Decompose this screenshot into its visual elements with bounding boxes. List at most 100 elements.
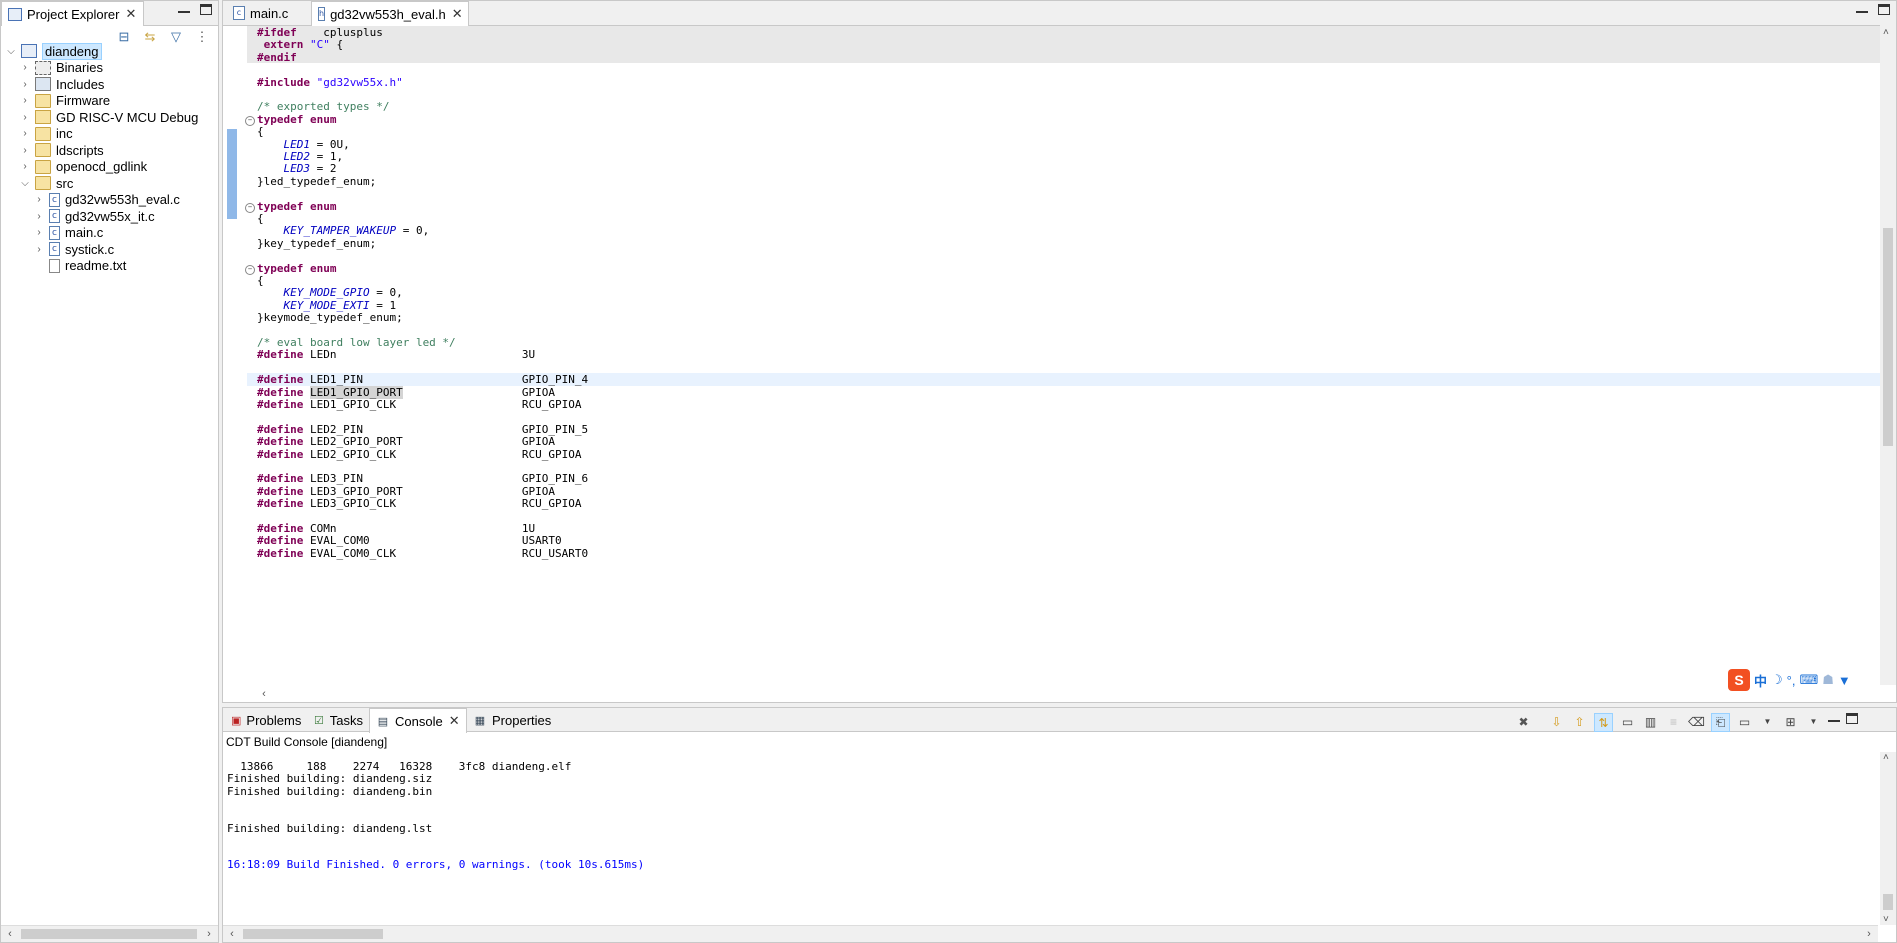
tab-properties[interactable]: ▦ Properties — [467, 708, 563, 732]
maximize-icon[interactable] — [1846, 713, 1858, 724]
minimize-icon[interactable] — [178, 4, 190, 13]
scroll-lock-icon[interactable]: ⇅ — [1594, 713, 1613, 732]
chevron-right-icon[interactable]: › — [19, 161, 31, 172]
chevron-right-icon[interactable]: › — [19, 128, 31, 139]
console-vscrollbar[interactable]: ˄ ˅ — [1880, 752, 1896, 925]
project-explorer-hscrollbar[interactable]: ‹ › — [1, 925, 218, 942]
tab-label: Properties — [492, 712, 552, 728]
chevron-down-icon[interactable]: ⌵ — [19, 178, 31, 189]
tree-item-label: gd32vw55x_it.c — [65, 208, 155, 224]
code-editor[interactable]: #ifdef __cplusplus extern "C" {#endif #in… — [223, 25, 1880, 685]
tab-main-c[interactable]: c main.c — [227, 1, 311, 25]
chevron-right-icon[interactable]: › — [19, 79, 31, 90]
tab-project-explorer[interactable]: Project Explorer ✕ — [1, 1, 144, 26]
user-icon[interactable]: ☗ — [1822, 672, 1834, 688]
tab-label: Console — [395, 713, 443, 729]
dropdown-icon[interactable]: ▼ — [1805, 713, 1822, 730]
fold-toggle-icon[interactable]: − — [245, 264, 255, 275]
scrollbar-thumb[interactable] — [1883, 894, 1893, 910]
collapse-all-icon[interactable]: ⊟ — [116, 29, 132, 45]
tree-item-label: gd32vw553h_eval.c — [65, 192, 180, 207]
code-token: #define — [257, 497, 304, 511]
tab-label: main.c — [250, 5, 289, 21]
scroll-left-icon[interactable]: ‹ — [3, 926, 17, 942]
code-line: #endif — [257, 50, 297, 65]
display-console-icon[interactable]: ▭ — [1736, 713, 1753, 730]
tree-item-label: Firmware — [56, 93, 111, 108]
code-token: }keymode_typedef_enum; — [257, 311, 403, 325]
keyboard-icon[interactable]: ⌨ — [1799, 672, 1818, 688]
scroll-down-icon[interactable]: ˅ — [1883, 914, 1889, 925]
scrollbar-thumb[interactable] — [243, 929, 383, 939]
tree-item[interactable]: readme.txt — [33, 256, 126, 276]
close-icon[interactable]: ✕ — [449, 713, 460, 729]
clear-console-icon[interactable]: ⌫ — [1688, 713, 1705, 730]
new-console-icon[interactable]: ⊞ — [1782, 713, 1799, 730]
filter-icon[interactable]: ▽ — [168, 29, 184, 45]
dropdown-icon[interactable]: ▼ — [1759, 713, 1776, 730]
fold-toggle-icon[interactable]: − — [245, 202, 255, 213]
minimize-icon[interactable] — [1856, 4, 1868, 13]
close-icon[interactable]: ✕ — [452, 6, 463, 22]
folder-icon — [35, 159, 51, 174]
chevron-right-icon[interactable]: › — [19, 112, 31, 123]
sogou-logo-icon[interactable]: S — [1728, 669, 1750, 691]
code-token: #define — [257, 348, 304, 362]
scroll-left-icon[interactable]: ‹ — [225, 926, 239, 942]
terminate-icon[interactable]: ✖ — [1515, 713, 1532, 730]
chevron-right-icon[interactable]: › — [19, 62, 31, 73]
punctuation-icon[interactable]: °, — [1787, 673, 1796, 688]
fold-toggle-icon[interactable]: − — [245, 115, 255, 126]
ime-mode-label[interactable]: 中 — [1754, 671, 1767, 690]
minimize-icon[interactable] — [1828, 713, 1840, 722]
scroll-right-icon[interactable]: › — [202, 926, 216, 942]
code-token: LED2_GPIO_CLK RCU_GPIOA — [303, 447, 582, 461]
console-output[interactable]: 13866 188 2274 16328 3fc8 diandeng.elf Fi… — [223, 752, 1878, 925]
chevron-down-icon[interactable]: ⌵ — [5, 46, 17, 57]
code-line: }led_typedef_enum; — [257, 174, 376, 189]
editor-panel: c main.c h gd32vw553h_eval.h ✕ #ifdef __… — [222, 0, 1897, 703]
console-hscrollbar[interactable]: ‹ › — [223, 925, 1878, 942]
tab-gd32vw553h-eval-h[interactable]: h gd32vw553h_eval.h ✕ — [311, 1, 469, 26]
tab-console[interactable]: ▤ Console ✕ — [369, 708, 467, 733]
project-explorer-icon — [8, 7, 22, 21]
chevron-right-icon[interactable]: › — [19, 95, 31, 106]
copy-build-log-icon[interactable]: ▭ — [1619, 713, 1636, 730]
pin-console-icon[interactable]: ⎗ — [1711, 713, 1730, 732]
editor-vscrollbar[interactable]: ˄ — [1880, 25, 1896, 685]
tab-tasks[interactable]: ☑ Tasks — [307, 708, 369, 732]
console-icon: ▤ — [377, 715, 389, 728]
chevron-right-icon[interactable]: › — [33, 244, 45, 255]
previous-icon[interactable]: ⇧ — [1571, 713, 1588, 730]
scroll-up-icon[interactable]: ˄ — [1883, 27, 1889, 38]
chevron-right-icon[interactable]: › — [19, 145, 31, 156]
editor-hscrollbar[interactable]: ‹ — [223, 686, 1880, 702]
close-icon[interactable]: ✕ — [125, 6, 136, 22]
chevron-right-icon[interactable]: › — [33, 194, 45, 205]
chevron-right-icon[interactable]: › — [33, 227, 45, 238]
code-line: #include "gd32vw55x.h" — [257, 75, 403, 90]
scrollbar-thumb[interactable] — [21, 929, 197, 939]
open-log-icon[interactable]: ▥ — [1642, 713, 1659, 730]
skin-icon[interactable]: ▼ — [1838, 673, 1851, 688]
scrollbar-thumb[interactable] — [1883, 228, 1893, 446]
scroll-up-icon[interactable]: ˄ — [1883, 752, 1889, 763]
view-menu-icon[interactable]: ⋮ — [194, 29, 210, 45]
maximize-icon[interactable] — [1878, 4, 1890, 15]
link-with-editor-icon[interactable]: ⇆ — [142, 29, 158, 45]
next-icon[interactable]: ⇩ — [1548, 713, 1565, 730]
ime-toolbar[interactable]: S 中 ☽ °, ⌨ ☗ ▼ — [1728, 668, 1851, 692]
tab-problems[interactable]: ▣ Problems — [225, 708, 307, 732]
shaded-line — [247, 26, 1880, 39]
code-token: }key_typedef_enum; — [257, 236, 377, 250]
moon-icon[interactable]: ☽ — [1771, 672, 1783, 688]
scroll-right-icon[interactable]: › — [1862, 926, 1876, 942]
maximize-icon[interactable] — [200, 4, 212, 15]
shaded-line — [247, 50, 1880, 64]
scroll-left-icon[interactable]: ‹ — [257, 686, 271, 702]
binaries-icon — [35, 60, 51, 75]
chevron-right-icon[interactable]: › — [33, 211, 45, 222]
word-wrap-icon[interactable]: ≡ — [1665, 713, 1682, 730]
